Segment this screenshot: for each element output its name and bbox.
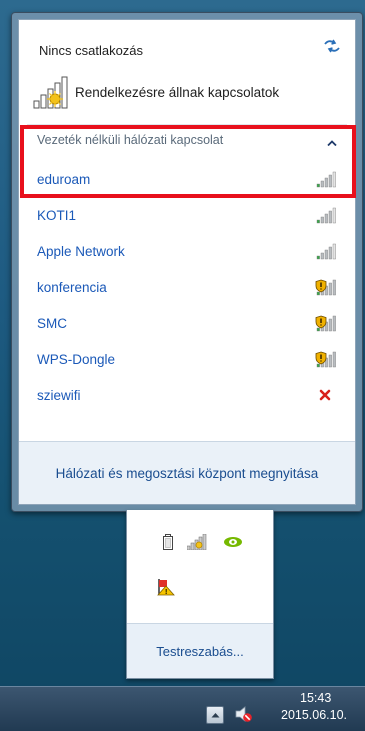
secured-signal-icon: [315, 315, 336, 332]
wireless-section-header: Vezeték nélküli hálózati kapcsolat: [37, 133, 224, 147]
network-signal-icon[interactable]: [187, 534, 209, 550]
network-signal: [313, 241, 339, 261]
network-item-apple-network[interactable]: Apple Network: [27, 234, 347, 268]
network-signal: [313, 349, 339, 369]
network-item-sziewifi[interactable]: sziewifi: [27, 378, 347, 412]
network-item-koti1[interactable]: KOTI1: [27, 198, 347, 232]
customize-area: Testreszabás...: [127, 623, 273, 678]
tray-icons-row-2: !: [157, 578, 175, 601]
customize-link[interactable]: Testreszabás...: [156, 644, 243, 659]
network-name: KOTI1: [37, 207, 77, 223]
connection-status-title: Nincs csatlakozás: [39, 43, 144, 58]
network-signal: [313, 313, 339, 333]
connections-available-label: Rendelkezésre állnak kapcsolatok: [75, 84, 280, 100]
network-name: sziewifi: [37, 387, 81, 403]
speaker-muted-icon[interactable]: [234, 705, 254, 723]
network-item-konferencia[interactable]: konferencia: [27, 270, 347, 304]
network-item-eduroam[interactable]: eduroam: [27, 162, 347, 196]
chevron-up-icon: [211, 713, 219, 718]
network-signal: [313, 205, 339, 225]
network-name: SMC: [37, 315, 67, 331]
secured-signal-icon: [315, 279, 336, 296]
secured-signal-icon: [315, 351, 336, 368]
battery-icon[interactable]: [163, 534, 173, 550]
tray-icons-row-1: [163, 534, 243, 550]
connections-available-row: Rendelkezésre állnak kapcsolatok: [33, 72, 279, 112]
flyout-footer: Hálózati és megosztási központ megnyitás…: [19, 441, 355, 504]
collapse-chevron-icon[interactable]: [327, 140, 337, 146]
network-name: eduroam: [37, 171, 91, 187]
connections-available-icon: [33, 76, 68, 109]
refresh-icon[interactable]: [323, 39, 341, 53]
network-flyout: Nincs csatlakozás Rendelkezésre állnak k…: [11, 12, 363, 512]
svg-text:!: !: [165, 589, 167, 596]
signal-strength-icon: [316, 171, 336, 188]
network-signal: [313, 385, 339, 405]
unavailable-x-icon: [319, 389, 331, 401]
network-flyout-panel: Nincs csatlakozás Rendelkezésre állnak k…: [18, 19, 356, 505]
taskbar: 15:43 2015.06.10.: [0, 686, 365, 731]
tray-overflow-panel: ! Testreszabás...: [126, 510, 274, 679]
network-name: Apple Network: [37, 243, 125, 259]
signal-strength-icon: [316, 207, 336, 224]
network-signal: [313, 169, 339, 189]
action-center-flag-icon[interactable]: !: [157, 578, 175, 596]
clock-time[interactable]: 15:43: [300, 691, 331, 705]
show-hidden-icons-button[interactable]: [206, 706, 224, 724]
clock-date[interactable]: 2015.06.10.: [281, 708, 347, 722]
network-item-wps-dongle[interactable]: WPS-Dongle: [27, 342, 347, 376]
network-item-smc[interactable]: SMC: [27, 306, 347, 340]
network-signal: [313, 277, 339, 297]
network-name: konferencia: [37, 279, 107, 295]
network-name: WPS-Dongle: [37, 351, 116, 367]
open-network-center-link[interactable]: Hálózati és megosztási központ megnyitás…: [56, 466, 319, 481]
nvidia-icon[interactable]: [223, 535, 243, 549]
signal-strength-icon: [316, 243, 336, 260]
divider: [27, 124, 347, 125]
